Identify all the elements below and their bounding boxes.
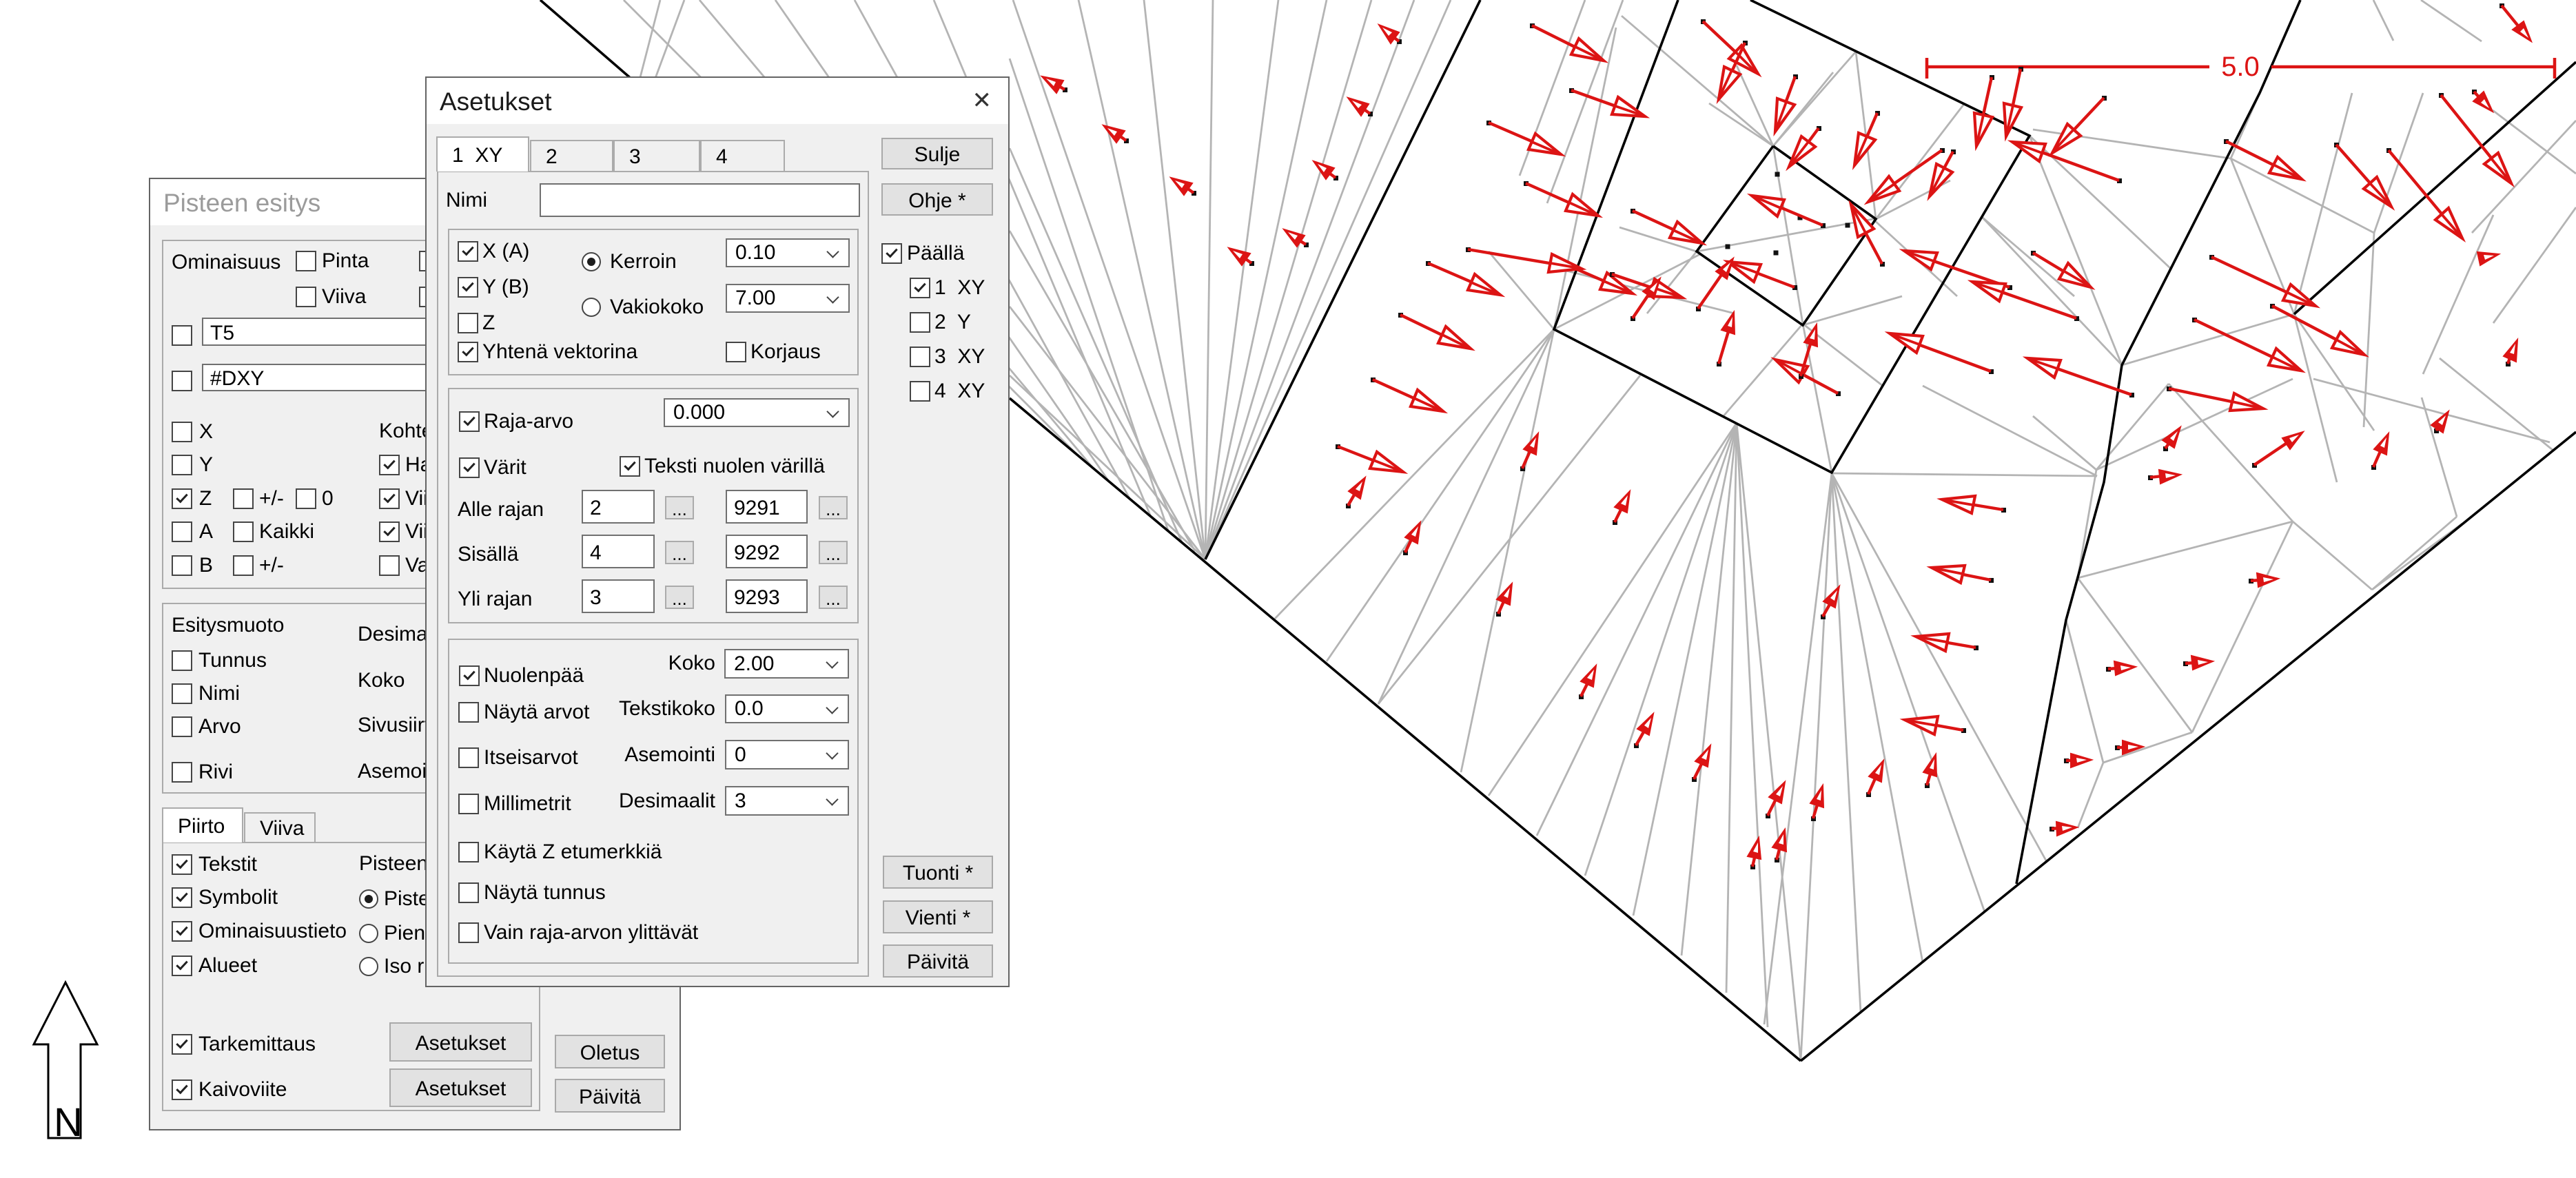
svg-text:N: N <box>54 1100 83 1145</box>
svg-text:5.0: 5.0 <box>2221 52 2260 82</box>
